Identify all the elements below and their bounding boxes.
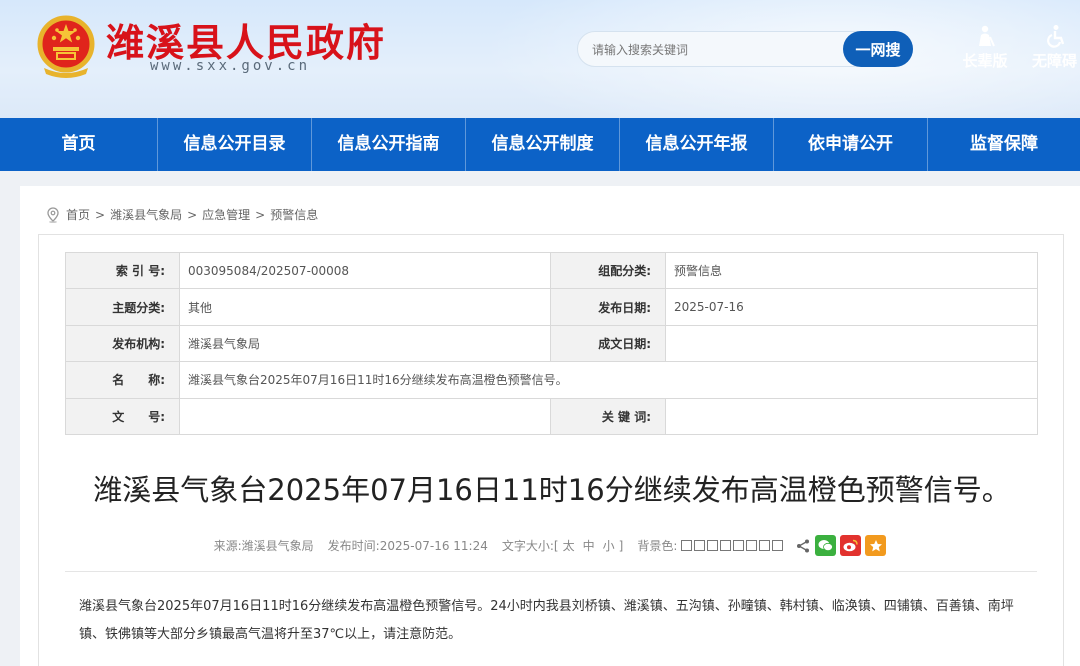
background-color-options	[681, 540, 785, 551]
bg-color-swatch[interactable]	[733, 540, 745, 551]
name-value: 潍溪县气象台2025年07月16日11时16分继续发布高温橙色预警信号。	[179, 361, 1038, 399]
breadcrumb-weather-bureau[interactable]: 潍溪县气象局	[110, 206, 182, 223]
name-label: 名 称:	[65, 361, 180, 399]
font-size-bracket: [	[553, 538, 559, 553]
site-url: www.sxx.gov.cn	[150, 58, 311, 74]
weibo-share-icon[interactable]	[840, 535, 862, 556]
font-size-small-button[interactable]: 小	[603, 537, 615, 554]
table-row: 文 号: 关 键 词:	[65, 397, 1038, 435]
breadcrumb-separator: >	[255, 207, 266, 222]
main-content: 首页 > 潍溪县气象局 > 应急管理 > 预警信息 索 引 号: 0030950…	[20, 186, 1080, 666]
article-title: 潍溪县气象台2025年07月16日11时16分继续发布高温橙色预警信号。	[93, 473, 1011, 507]
accessibility-button[interactable]: 无障碍	[1032, 24, 1080, 71]
breadcrumb: 首页 > 潍溪县气象局 > 应急管理 > 预警信息	[46, 206, 318, 223]
nav-info-system[interactable]: 信息公开制度	[466, 118, 620, 171]
index-no-value: 003095084/202507-00008	[179, 251, 551, 290]
divider	[65, 571, 1037, 572]
category-value: 预警信息	[665, 251, 1038, 290]
share-icon[interactable]	[795, 538, 811, 554]
search-box: 一网搜	[577, 31, 913, 67]
org-label: 发布机构:	[65, 324, 180, 363]
search-button[interactable]: 一网搜	[843, 31, 913, 67]
nav-info-catalog[interactable]: 信息公开目录	[158, 118, 312, 171]
source-value: 潍溪县气象局	[241, 539, 314, 553]
publish-date-label: 发布日期:	[550, 288, 666, 326]
article-info-bar: 来源: 潍溪县气象局 发布时间: 2025-07-16 11:24 文字大小: …	[39, 535, 1065, 556]
breadcrumb-emergency[interactable]: 应急管理	[202, 206, 250, 223]
source-label: 来源:	[213, 539, 242, 553]
nav-supervision[interactable]: 监督保障	[928, 118, 1080, 171]
font-size-bracket: ]	[618, 538, 624, 553]
breadcrumb-warning[interactable]: 预警信息	[270, 206, 318, 223]
bg-color-swatch[interactable]	[707, 540, 719, 551]
table-row: 发布机构: 潍溪县气象局 成文日期:	[65, 324, 1038, 363]
bg-color-swatch[interactable]	[772, 540, 784, 551]
elder-person-icon	[979, 25, 995, 47]
topic-label: 主题分类:	[65, 288, 180, 326]
table-row: 索 引 号: 003095084/202507-00008 组配分类: 预警信息	[65, 251, 1038, 290]
publish-time-label: 发布时间:	[327, 539, 380, 553]
main-nav: 首页 信息公开目录 信息公开指南 信息公开制度 信息公开年报 依申请公开 监督保…	[0, 118, 1080, 171]
favorite-star-icon[interactable]	[865, 535, 887, 556]
keywords-value	[665, 397, 1038, 435]
table-row: 名 称: 潍溪县气象台2025年07月16日11时16分继续发布高温橙色预警信号…	[65, 361, 1038, 399]
share-buttons	[791, 535, 890, 556]
org-value: 潍溪县气象局	[179, 324, 551, 363]
background-color-label: 背景色:	[637, 539, 678, 553]
search-input[interactable]	[592, 40, 832, 60]
article-panel: 索 引 号: 003095084/202507-00008 组配分类: 预警信息…	[38, 234, 1064, 666]
keywords-label: 关 键 词:	[550, 397, 666, 435]
bg-color-swatch[interactable]	[694, 540, 706, 551]
bg-color-swatch[interactable]	[720, 540, 732, 551]
font-size-label: 文字大小:	[501, 539, 554, 553]
breadcrumb-separator: >	[95, 207, 106, 222]
category-label: 组配分类:	[550, 251, 666, 290]
location-pin-icon	[47, 206, 59, 223]
font-size-large-button[interactable]: 太	[563, 537, 575, 554]
nav-annual-report[interactable]: 信息公开年报	[620, 118, 774, 171]
created-date-label: 成文日期:	[550, 324, 666, 363]
accessibility-label: 无障碍	[1032, 52, 1078, 70]
elder-mode-button[interactable]: 长辈版	[960, 24, 1010, 71]
document-meta-table: 索 引 号: 003095084/202507-00008 组配分类: 预警信息…	[65, 251, 1038, 435]
breadcrumb-separator: >	[187, 207, 198, 222]
nav-home[interactable]: 首页	[0, 118, 158, 171]
wheelchair-icon	[1047, 25, 1065, 48]
doc-no-value	[179, 397, 551, 435]
breadcrumb-home[interactable]: 首页	[66, 206, 90, 223]
index-no-label: 索 引 号:	[65, 251, 180, 290]
publish-time-value: 2025-07-16 11:24	[379, 538, 488, 553]
bg-color-swatch[interactable]	[746, 540, 758, 551]
article-body: 潍溪县气象台2025年07月16日11时16分继续发布高温橙色预警信号。24小时…	[79, 599, 1014, 642]
bg-color-swatch[interactable]	[681, 540, 693, 551]
nav-info-guide[interactable]: 信息公开指南	[312, 118, 466, 171]
wechat-share-icon[interactable]	[815, 535, 837, 556]
bg-color-swatch[interactable]	[759, 540, 771, 551]
table-row: 主题分类: 其他 发布日期: 2025-07-16	[65, 288, 1038, 326]
national-emblem-icon	[37, 15, 95, 78]
topic-value: 其他	[179, 288, 551, 326]
doc-no-label: 文 号:	[65, 397, 180, 435]
site-header: 潍溪县人民政府 www.sxx.gov.cn 一网搜 长辈版 无障碍	[0, 0, 1080, 118]
publish-date-value: 2025-07-16	[665, 288, 1038, 326]
nav-apply-disclosure[interactable]: 依申请公开	[774, 118, 928, 171]
font-size-medium-button[interactable]: 中	[583, 537, 595, 554]
created-date-value	[665, 324, 1038, 363]
elder-mode-label: 长辈版	[962, 52, 1008, 70]
